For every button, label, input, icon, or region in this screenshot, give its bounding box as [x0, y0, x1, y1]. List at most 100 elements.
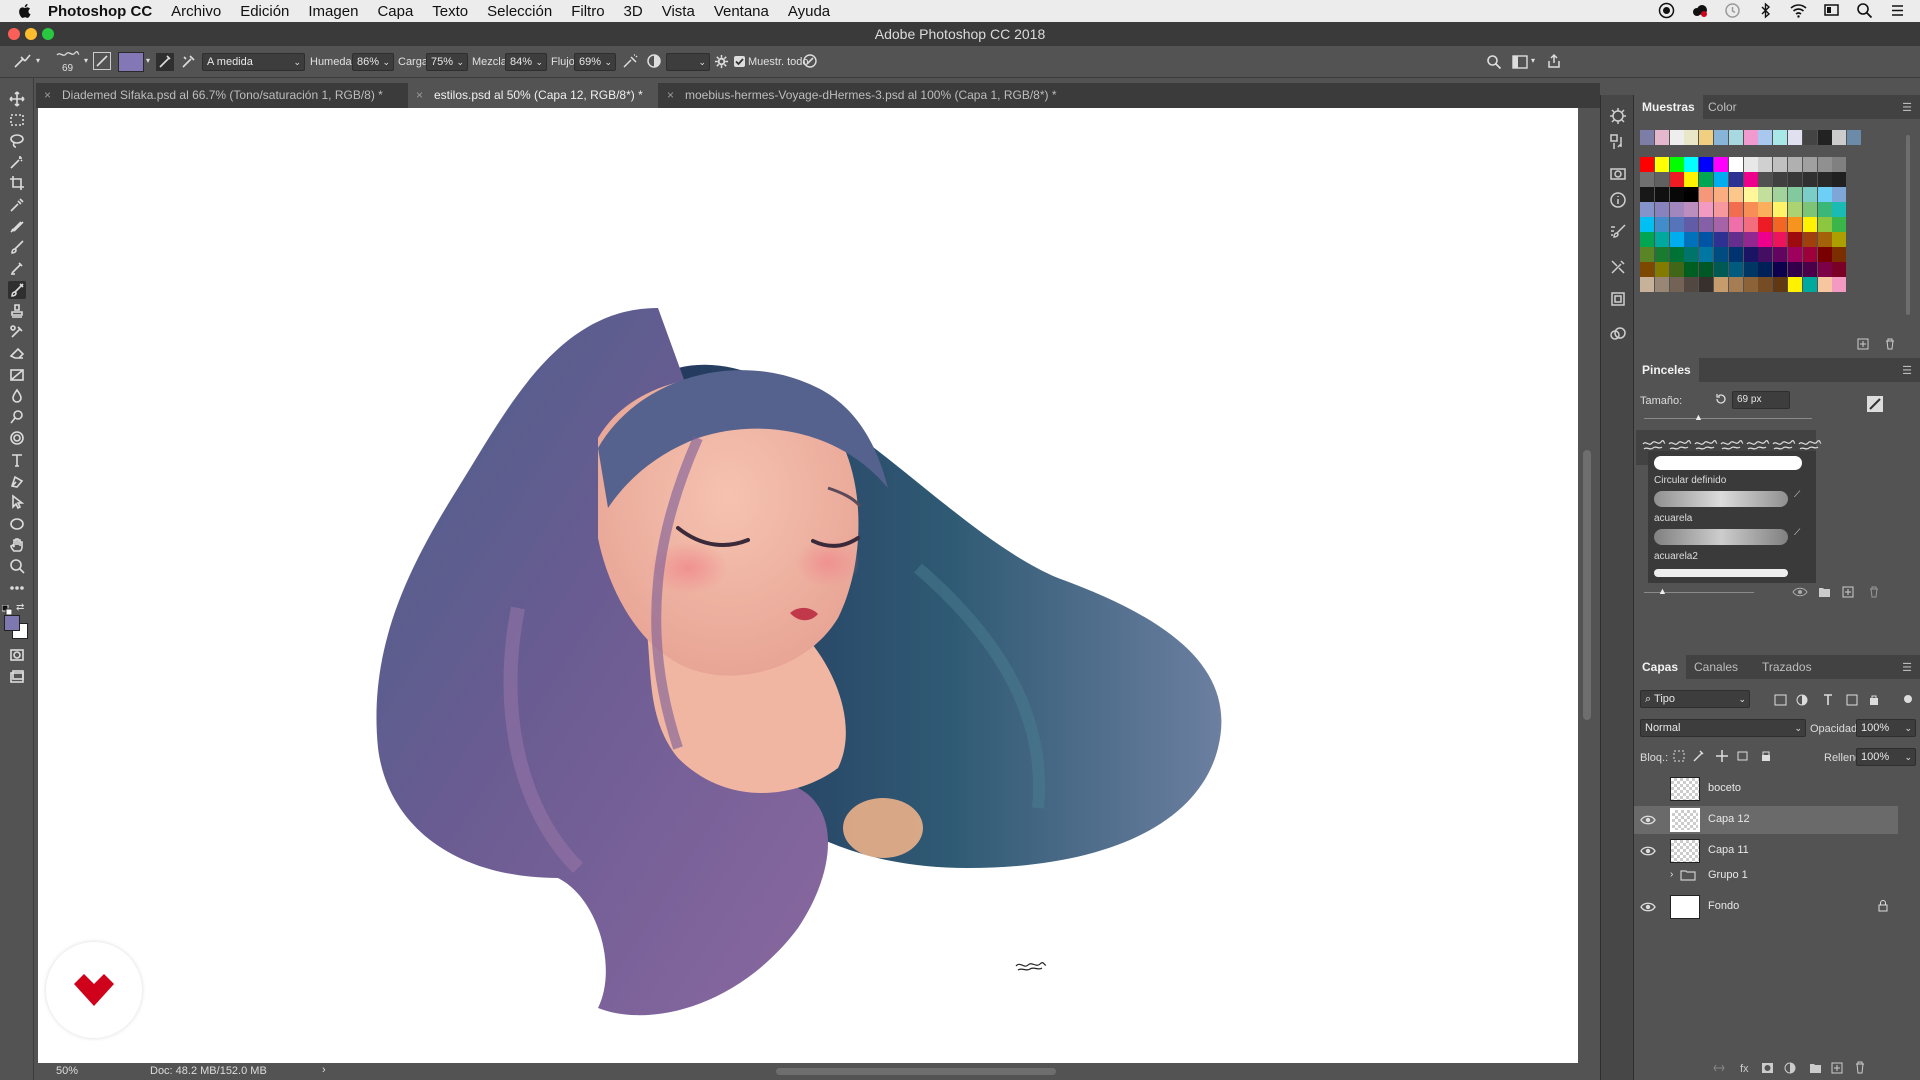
pen-tool[interactable]	[8, 472, 26, 490]
color-swatch[interactable]	[1699, 247, 1714, 262]
new-swatch-icon[interactable]	[1857, 338, 1869, 350]
recent-swatch[interactable]	[1817, 130, 1832, 145]
horizontal-scroll-thumb[interactable]	[776, 1068, 1056, 1075]
recent-swatch[interactable]	[1832, 130, 1847, 145]
brush-preset-chevron-icon[interactable]: ▾	[84, 56, 88, 65]
color-swatch[interactable]	[1714, 172, 1728, 187]
color-swatch[interactable]	[1669, 187, 1684, 202]
color-swatch[interactable]	[1654, 172, 1669, 187]
mixer-brush-tool[interactable]	[8, 281, 26, 299]
color-swatch[interactable]	[1654, 277, 1669, 292]
color-swatch[interactable]	[1699, 232, 1714, 247]
color-swatch[interactable]	[1669, 232, 1684, 247]
color-swatch[interactable]	[1654, 262, 1669, 277]
notification-center-icon[interactable]	[1889, 2, 1906, 19]
reset-size-icon[interactable]	[1714, 392, 1728, 406]
color-swatch[interactable]	[1758, 277, 1773, 292]
color-swatch[interactable]	[1817, 202, 1832, 217]
color-swatch[interactable]	[1773, 277, 1788, 292]
close-window-button[interactable]	[8, 28, 20, 40]
zoom-tool[interactable]	[8, 557, 26, 575]
bluetooth-icon[interactable]	[1757, 2, 1774, 19]
tab-canales[interactable]: Canales	[1686, 655, 1746, 679]
color-swatch[interactable]	[1699, 277, 1714, 292]
menu-texto[interactable]: Texto	[432, 3, 468, 20]
blur-tool[interactable]	[8, 387, 26, 405]
color-swatch[interactable]	[1728, 187, 1743, 202]
eraser-tool[interactable]	[8, 344, 26, 362]
gradient-tool[interactable]	[8, 366, 26, 384]
watercolor-brush-stroke[interactable]	[1654, 491, 1788, 507]
tab-trazados[interactable]: Trazados	[1754, 655, 1820, 679]
brush-options-icon[interactable]	[1866, 395, 1884, 413]
minimize-window-button[interactable]	[25, 28, 37, 40]
color-swatch[interactable]	[1788, 247, 1802, 262]
brush-preset-label[interactable]: acuarela	[1654, 513, 1692, 524]
layer-name[interactable]: Capa 11	[1708, 844, 1749, 856]
share-icon[interactable]	[1546, 53, 1562, 69]
color-swatch[interactable]	[1714, 232, 1728, 247]
screen-mode-button[interactable]	[8, 668, 26, 686]
clone-stamp-tool[interactable]	[8, 259, 26, 277]
color-swatch[interactable]	[1728, 217, 1743, 232]
color-swatch[interactable]	[1640, 262, 1654, 277]
color-swatch[interactable]	[1640, 202, 1654, 217]
color-swatch[interactable]	[1684, 247, 1699, 262]
close-tab-icon[interactable]: ×	[667, 83, 674, 108]
color-swatch[interactable]	[1684, 187, 1699, 202]
color-swatch[interactable]	[1802, 247, 1817, 262]
default-colors-icon[interactable]	[1, 602, 13, 616]
new-brush-group-icon[interactable]	[1818, 586, 1831, 598]
menu-filtro[interactable]: Filtro	[571, 3, 604, 20]
color-swatch[interactable]	[1714, 247, 1728, 262]
color-swatch[interactable]	[1743, 187, 1758, 202]
path-selection-tool[interactable]	[8, 493, 26, 511]
menu-edicion[interactable]: Edición	[240, 3, 289, 20]
record-icon[interactable]	[1658, 2, 1675, 19]
recent-swatch[interactable]	[1699, 130, 1714, 145]
layer-name[interactable]: Grupo 1	[1708, 869, 1748, 881]
color-swatch[interactable]	[1788, 202, 1802, 217]
gear-icon[interactable]	[714, 54, 729, 69]
color-swatch[interactable]	[1758, 232, 1773, 247]
hard-round-brush-stroke[interactable]	[1654, 456, 1802, 470]
status-menu-arrow[interactable]: ›	[322, 1064, 326, 1076]
type-tool[interactable]	[8, 451, 26, 469]
color-swatch[interactable]	[1684, 172, 1699, 187]
color-swatch[interactable]	[1654, 202, 1669, 217]
color-swatch[interactable]	[1788, 262, 1802, 277]
filter-toggle[interactable]	[1904, 695, 1912, 703]
color-swatch[interactable]	[1699, 202, 1714, 217]
carga-input[interactable]: 75% ⌄	[426, 53, 468, 71]
color-swatch[interactable]	[1802, 232, 1817, 247]
close-tab-icon[interactable]: ×	[416, 83, 423, 108]
brush-size-slider-track[interactable]	[1644, 418, 1812, 419]
document-canvas[interactable]	[38, 108, 1578, 1063]
color-swatch[interactable]	[1684, 277, 1699, 292]
color-swatch[interactable]	[1654, 187, 1669, 202]
color-swatch[interactable]	[1817, 247, 1832, 262]
crop-tool[interactable]	[8, 174, 26, 192]
brush-tool[interactable]	[8, 238, 26, 256]
color-swatch[interactable]	[1669, 277, 1684, 292]
color-swatch[interactable]	[1817, 157, 1832, 172]
color-swatch[interactable]	[1832, 232, 1847, 247]
color-swatch[interactable]	[1832, 157, 1847, 172]
color-swatch[interactable]	[1714, 262, 1728, 277]
color-swatch[interactable]	[1743, 172, 1758, 187]
new-brush-icon[interactable]	[1842, 586, 1854, 598]
color-swatch[interactable]	[1743, 277, 1758, 292]
color-swatch[interactable]	[1832, 247, 1847, 262]
recent-swatch[interactable]	[1654, 130, 1669, 145]
color-swatch[interactable]	[1714, 202, 1728, 217]
brush-preview[interactable]: 69	[56, 49, 82, 75]
layers-footer-icons[interactable]: fx	[1712, 1061, 1912, 1075]
color-swatch[interactable]	[1669, 172, 1684, 187]
brush-settings-toggle[interactable]	[93, 52, 111, 70]
color-swatch[interactable]	[1788, 157, 1802, 172]
color-swatch[interactable]	[1832, 277, 1847, 292]
tab-color[interactable]: Color	[1700, 95, 1745, 119]
recent-swatch[interactable]	[1640, 130, 1654, 145]
color-swatch[interactable]	[1743, 262, 1758, 277]
history-icon-button[interactable]	[1609, 107, 1627, 125]
